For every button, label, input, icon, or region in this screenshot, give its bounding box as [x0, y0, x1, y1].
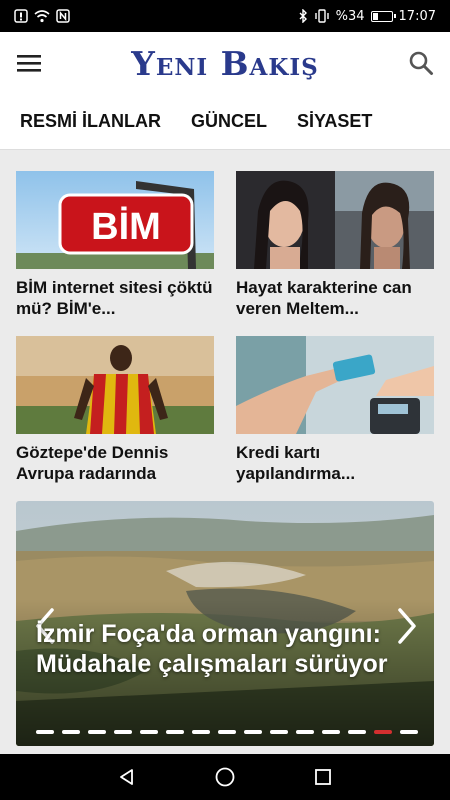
slider-pagination: [36, 730, 418, 734]
slider-dot[interactable]: [114, 730, 132, 734]
slider-dot[interactable]: [322, 730, 340, 734]
slider-dot[interactable]: [348, 730, 366, 734]
news-card[interactable]: BİM BİM internet sitesi çöktü mü? BİM'e.…: [16, 171, 214, 319]
system-nav-bar: [0, 754, 450, 800]
news-thumbnail: [236, 171, 434, 269]
slider-dot[interactable]: [296, 730, 314, 734]
news-title: Kredi kartı yapılandırma...: [236, 443, 356, 483]
recents-icon[interactable]: [310, 764, 336, 790]
tab-resmi-ilanlar[interactable]: RESMİ İLANLAR: [20, 111, 161, 132]
news-title: Hayat karakterine can veren Meltem...: [236, 278, 412, 318]
category-tabs: RESMİ İLANLAR GÜNCEL SİYASET: [0, 94, 450, 150]
vibrate-icon: [314, 9, 330, 23]
slider-dot[interactable]: [244, 730, 262, 734]
back-icon[interactable]: [114, 764, 140, 790]
news-card[interactable]: Hayat karakterine can veren Meltem...: [236, 171, 434, 319]
news-card[interactable]: Göztepe'de Dennis Avrupa radarında: [16, 336, 214, 484]
tab-siyaset[interactable]: SİYASET: [297, 111, 372, 132]
status-time: 17:07: [398, 8, 436, 24]
slider-dot[interactable]: [166, 730, 184, 734]
slider-dot[interactable]: [140, 730, 158, 734]
slider-dot[interactable]: [270, 730, 288, 734]
news-title: BİM internet sitesi çöktü mü? BİM'e...: [16, 278, 213, 318]
news-card[interactable]: Kredi kartı yapılandırma...: [236, 336, 434, 484]
news-thumbnail: BİM: [16, 171, 214, 269]
site-logo[interactable]: Yeni Bakış: [131, 44, 318, 83]
search-icon[interactable]: [408, 50, 434, 76]
slider-dot[interactable]: [192, 730, 210, 734]
slider-dot[interactable]: [88, 730, 106, 734]
app-header: Yeni Bakış: [0, 32, 450, 94]
battery-icon: [370, 10, 396, 22]
battery-percent: %34: [335, 8, 365, 24]
home-icon[interactable]: [212, 764, 238, 790]
svg-text:BİM: BİM: [91, 206, 161, 248]
slider-dot[interactable]: [218, 730, 236, 734]
news-thumbnail: [16, 336, 214, 434]
tab-guncel[interactable]: GÜNCEL: [191, 111, 267, 132]
battery-fill: [372, 12, 379, 20]
slider-dot[interactable]: [374, 730, 392, 734]
slider-headline: İzmir Foça'da orman yangını: Müdahale ça…: [36, 620, 388, 678]
nfc-icon: [56, 9, 70, 23]
notification-icon: [14, 9, 28, 23]
news-thumbnail: [236, 336, 434, 434]
hamburger-menu-icon[interactable]: [16, 50, 42, 76]
status-right: %34 17:07: [298, 9, 436, 24]
wifi-icon: [34, 9, 50, 23]
slider-dot[interactable]: [62, 730, 80, 734]
status-left: [14, 9, 70, 23]
news-title: Göztepe'de Dennis Avrupa radarında: [16, 443, 169, 483]
headline-slider[interactable]: İzmir Foça'da orman yangını: Müdahale ça…: [16, 501, 434, 746]
news-feed: BİM BİM internet sitesi çöktü mü? BİM'e.…: [0, 150, 450, 754]
status-bar: %34 17:07: [0, 0, 450, 32]
slider-dot[interactable]: [36, 730, 54, 734]
slider-dot[interactable]: [400, 730, 418, 734]
bluetooth-icon: [298, 9, 308, 23]
